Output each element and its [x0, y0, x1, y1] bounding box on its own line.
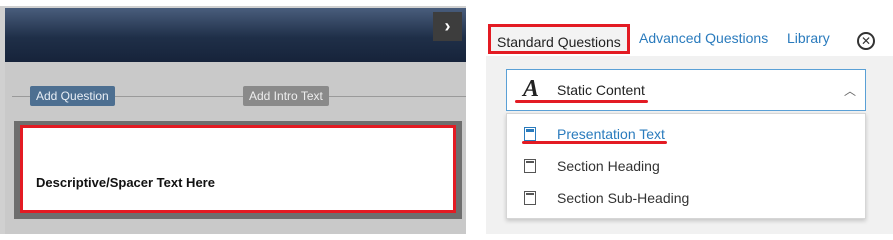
category-select[interactable]: A Static Content ︿: [506, 69, 866, 111]
editor-header-bar: [5, 8, 466, 62]
question-card[interactable]: Descriptive/Spacer Text Here: [20, 125, 456, 213]
tab-standard-questions[interactable]: Standard Questions: [488, 24, 630, 54]
question-text: Descriptive/Spacer Text Here: [36, 175, 215, 190]
option-section-heading[interactable]: Section Heading: [507, 152, 865, 182]
chevron-right-icon: ›: [444, 16, 451, 36]
category-options-list: Presentation Text Section Heading Sectio…: [506, 113, 866, 219]
option-label: Section Sub-Heading: [557, 190, 690, 206]
option-label: Presentation Text: [557, 126, 665, 142]
section-heading-icon: [524, 159, 536, 173]
static-content-icon: A: [523, 76, 540, 102]
add-question-button[interactable]: Add Question: [30, 86, 115, 106]
editor-top-gap: [0, 0, 466, 6]
option-presentation-text[interactable]: Presentation Text: [507, 120, 865, 150]
section-subheading-icon: [524, 191, 536, 205]
close-icon[interactable]: ✕: [857, 32, 875, 50]
option-label: Section Heading: [557, 158, 660, 174]
annotation-underline: [515, 100, 648, 103]
annotation-underline: [522, 141, 667, 144]
tab-library[interactable]: Library: [787, 30, 830, 46]
option-section-sub-heading[interactable]: Section Sub-Heading: [507, 184, 865, 214]
add-intro-text-button[interactable]: Add Intro Text: [243, 86, 329, 106]
presentation-text-icon: [524, 127, 536, 141]
collapse-panel-button[interactable]: ›: [433, 12, 462, 41]
editor-area: Add Question Add Intro Text Descriptive/…: [0, 0, 466, 234]
tab-advanced-questions[interactable]: Advanced Questions: [639, 30, 768, 46]
category-select-value: Static Content: [557, 82, 645, 98]
chevron-up-icon: ︿: [844, 84, 857, 98]
